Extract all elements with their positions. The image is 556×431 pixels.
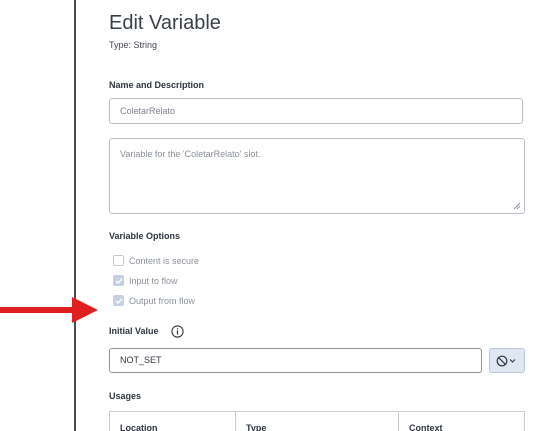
checkmark-icon xyxy=(114,277,123,284)
resize-handle-icon[interactable] xyxy=(513,202,521,210)
usages-label: Usages xyxy=(109,391,142,401)
option-input-to-flow[interactable]: Input to flow xyxy=(113,274,178,287)
content-secure-checkbox[interactable] xyxy=(113,255,124,266)
output-from-flow-label: Output from flow xyxy=(129,295,196,306)
red-arrow-annotation xyxy=(0,297,98,323)
variable-name-input[interactable]: ColetarRelato xyxy=(109,98,523,124)
input-to-flow-checkbox[interactable] xyxy=(113,275,124,286)
initial-value-label: Initial Value xyxy=(109,326,159,336)
checkmark-icon xyxy=(114,297,123,304)
initial-value-input[interactable]: NOT_SET xyxy=(109,348,482,373)
option-output-from-flow[interactable]: Output from flow xyxy=(113,294,195,307)
output-from-flow-checkbox[interactable] xyxy=(113,295,124,306)
chevron-down-icon xyxy=(509,358,516,363)
column-header-type[interactable]: Type xyxy=(235,411,399,431)
panel-left-border xyxy=(74,0,76,431)
info-icon[interactable] xyxy=(171,325,184,338)
usages-table: Location Type Context xyxy=(109,411,525,431)
variable-description-textarea[interactable]: Variable for the 'ColetarRelato' slot. xyxy=(109,138,525,214)
null-value-dropdown-button[interactable] xyxy=(489,348,525,373)
usages-header-row: Location Type Context xyxy=(109,411,525,431)
input-to-flow-label: Input to flow xyxy=(129,275,178,286)
description-text: Variable for the 'ColetarRelato' slot. xyxy=(120,149,261,159)
column-header-context[interactable]: Context xyxy=(399,412,525,431)
column-header-location[interactable]: Location xyxy=(109,411,236,431)
variable-options-label: Variable Options xyxy=(109,231,181,241)
option-content-secure[interactable]: Content is secure xyxy=(113,254,199,267)
variable-type-label: Type: String xyxy=(109,40,158,50)
page: Edit Variable Type: String Name and Desc… xyxy=(0,0,556,431)
content-secure-label: Content is secure xyxy=(129,255,200,266)
page-title: Edit Variable xyxy=(109,12,221,34)
no-symbol-icon xyxy=(496,355,516,366)
name-section-label: Name and Description xyxy=(109,80,205,90)
